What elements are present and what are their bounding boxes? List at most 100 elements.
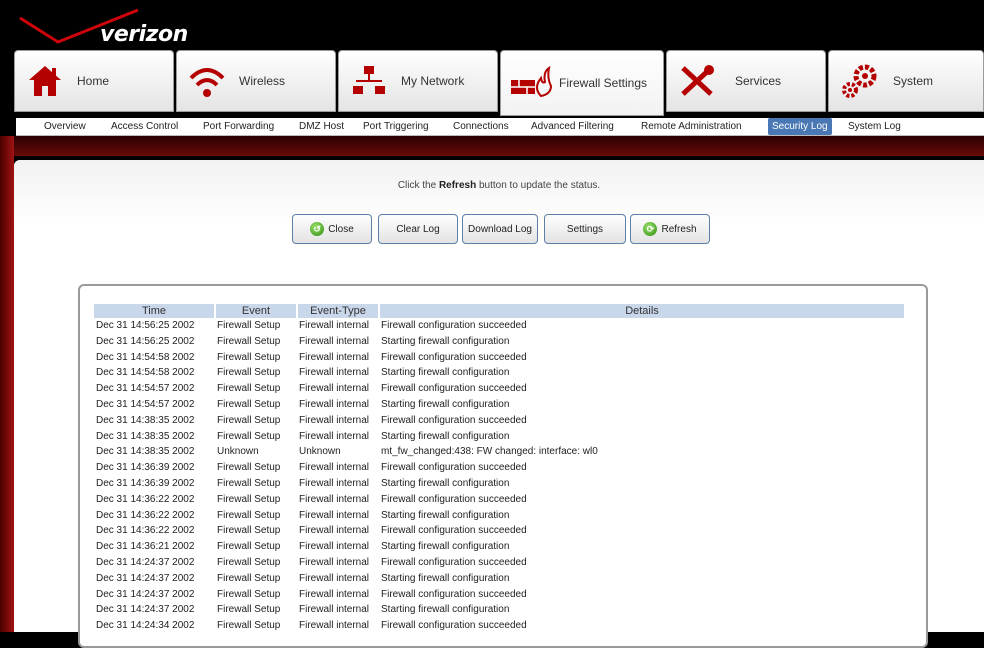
cell-time: Dec 31 14:24:37 2002 — [96, 588, 195, 600]
subnav-remote-administration[interactable]: Remote Administration — [637, 118, 746, 135]
cell-details: Firewall configuration succeeded — [381, 588, 527, 600]
cell-event-type: Firewall internal — [299, 351, 370, 363]
subnav-port-forwarding[interactable]: Port Forwarding — [199, 118, 278, 135]
table-row: Dec 31 14:54:58 2002 Firewall Setup Firewa… — [94, 365, 905, 381]
table-row: Dec 31 14:24:37 2002 Firewall Setup Firewa… — [94, 555, 905, 571]
table-row: Dec 31 14:38:35 2002 Firewall Setup Firewa… — [94, 413, 905, 429]
download-log-button[interactable]: Download Log — [462, 214, 538, 244]
cell-event: Firewall Setup — [217, 335, 281, 347]
cell-event-type: Firewall internal — [299, 572, 370, 584]
cell-time: Dec 31 14:36:39 2002 — [96, 477, 195, 489]
subnav-security-log[interactable]: Security Log — [768, 118, 832, 135]
cell-event: Firewall Setup — [217, 525, 281, 537]
cell-event: Firewall Setup — [217, 556, 281, 568]
subnav-access-control[interactable]: Access Control — [107, 118, 182, 135]
tools-icon — [675, 61, 719, 101]
tab-firewall-settings[interactable]: Firewall Settings — [500, 50, 664, 116]
cell-details: Firewall configuration succeeded — [381, 383, 527, 395]
table-row: Dec 31 14:24:37 2002 Firewall Setup Firewa… — [94, 602, 905, 618]
refresh-hint: Click the Refresh button to update the s… — [397, 180, 601, 191]
cell-event: Firewall Setup — [217, 320, 281, 331]
cell-event: Firewall Setup — [217, 430, 281, 442]
header-divider — [0, 136, 984, 156]
cell-event-type: Firewall internal — [299, 525, 370, 537]
tab-label: Home — [77, 74, 110, 88]
refresh-button[interactable]: ⟳ Refresh — [630, 214, 710, 244]
tab-services[interactable]: Services — [666, 50, 826, 112]
log-rows: Dec 31 14:56:25 2002 Firewall Setup Firewa… — [94, 318, 905, 634]
firewall-icon — [509, 63, 553, 103]
wifi-icon — [185, 61, 229, 101]
table-row: Dec 31 14:54:57 2002 Firewall Setup Firewa… — [94, 381, 905, 397]
table-row: Dec 31 14:36:21 2002 Firewall Setup Firewa… — [94, 539, 905, 555]
column-header-event-type: Event-Type — [297, 304, 380, 318]
cell-event-type: Firewall internal — [299, 493, 370, 505]
cell-time: Dec 31 14:36:22 2002 — [96, 509, 195, 521]
tab-system[interactable]: System — [828, 50, 984, 112]
table-row: Dec 31 14:24:37 2002 Firewall Setup Firewa… — [94, 571, 905, 587]
cell-event-type: Firewall internal — [299, 509, 370, 521]
cell-event: Firewall Setup — [217, 588, 281, 600]
cell-details: Firewall configuration succeeded — [381, 556, 527, 568]
home-icon — [23, 61, 67, 101]
cell-time: Dec 31 14:54:58 2002 — [96, 351, 195, 363]
cell-time: Dec 31 14:54:57 2002 — [96, 398, 195, 410]
cell-details: Firewall configuration succeeded — [381, 462, 527, 474]
left-edge — [0, 136, 14, 632]
settings-button[interactable]: Settings — [544, 214, 626, 244]
subnav-system-log[interactable]: System Log — [844, 118, 905, 135]
security-log-box: Time Event Event-Type Details Dec 31 14:… — [78, 284, 928, 648]
table-row: Dec 31 14:36:39 2002 Firewall Setup Firewa… — [94, 460, 905, 476]
cell-event: Firewall Setup — [217, 572, 281, 584]
cell-time: Dec 31 14:38:35 2002 — [96, 430, 195, 442]
subnav-advanced-filtering[interactable]: Advanced Filtering — [527, 118, 618, 135]
table-row: Dec 31 14:38:35 2002 Firewall Setup Firewa… — [94, 429, 905, 445]
table-row: Dec 31 14:56:25 2002 Firewall Setup Firewa… — [94, 318, 905, 334]
gears-icon — [837, 61, 881, 101]
cell-details: Starting firewall configuration — [381, 398, 510, 410]
cell-event-type: Firewall internal — [299, 335, 370, 347]
table-row: Dec 31 14:54:58 2002 Firewall Setup Firewa… — [94, 350, 905, 366]
network-icon — [347, 61, 391, 101]
cell-event-type: Firewall internal — [299, 556, 370, 568]
tab-label: Wireless — [239, 74, 286, 88]
close-icon: ↺ — [310, 222, 325, 236]
subnav-dmz-host[interactable]: DMZ Host — [295, 118, 348, 135]
cell-event-type: Unknown — [299, 446, 341, 458]
cell-event: Firewall Setup — [217, 398, 281, 410]
close-button[interactable]: ↺ Close — [292, 214, 372, 244]
cell-time: Dec 31 14:38:35 2002 — [96, 414, 195, 426]
cell-event-type: Firewall internal — [299, 462, 370, 474]
cell-details: Starting firewall configuration — [381, 477, 510, 489]
cell-event: Firewall Setup — [217, 383, 281, 395]
table-row: Dec 31 14:36:39 2002 Firewall Setup Firewa… — [94, 476, 905, 492]
tab-home[interactable]: Home — [14, 50, 174, 112]
cell-event: Firewall Setup — [217, 509, 281, 521]
tab-wireless[interactable]: Wireless — [176, 50, 336, 112]
cell-time: Dec 31 14:24:37 2002 — [96, 572, 195, 584]
cell-event: Unknown — [217, 446, 259, 458]
cell-time: Dec 31 14:56:25 2002 — [96, 335, 195, 347]
refresh-icon: ⟳ — [643, 222, 658, 236]
tab-my-network[interactable]: My Network — [338, 50, 498, 112]
cell-event-type: Firewall internal — [299, 477, 370, 489]
cell-details: Firewall configuration succeeded — [381, 414, 527, 426]
tab-label: Services — [735, 74, 782, 88]
cell-details: Firewall configuration succeeded — [381, 493, 527, 505]
column-header-time: Time — [94, 304, 216, 318]
cell-event-type: Firewall internal — [299, 398, 370, 410]
cell-event: Firewall Setup — [217, 604, 281, 616]
subnav-connections[interactable]: Connections — [449, 118, 513, 135]
cell-time: Dec 31 14:36:22 2002 — [96, 525, 195, 537]
cell-time: Dec 31 14:38:35 2002 — [96, 446, 195, 458]
cell-time: Dec 31 14:56:25 2002 — [96, 320, 195, 331]
subnav-overview[interactable]: Overview — [40, 118, 90, 135]
table-row: Dec 31 14:36:22 2002 Firewall Setup Firewa… — [94, 492, 905, 508]
tab-label: Firewall Settings — [559, 76, 648, 90]
clear-log-button[interactable]: Clear Log — [378, 214, 458, 244]
cell-event: Firewall Setup — [217, 541, 281, 553]
cell-event: Firewall Setup — [217, 462, 281, 474]
subnav-port-triggering[interactable]: Port Triggering — [359, 118, 433, 135]
cell-details: Starting firewall configuration — [381, 604, 510, 616]
cell-time: Dec 31 14:24:37 2002 — [96, 604, 195, 616]
